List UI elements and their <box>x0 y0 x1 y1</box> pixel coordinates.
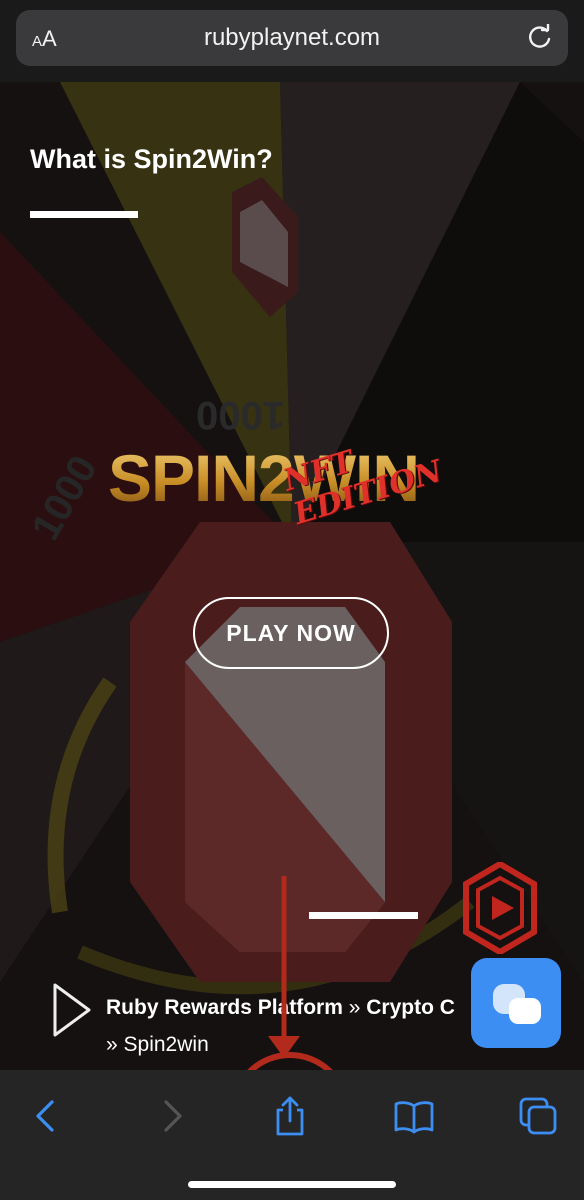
chat-button[interactable] <box>471 958 561 1048</box>
share-icon[interactable] <box>268 1094 312 1138</box>
hero-section: 1000 1000 What is Spin2Win? SPIN2WIN NFT… <box>0 82 584 1070</box>
breadcrumb-link-ruby-rewards[interactable]: Ruby Rewards Platform <box>106 996 343 1019</box>
tabs-icon[interactable] <box>516 1094 560 1138</box>
book-icon[interactable] <box>392 1094 436 1138</box>
play-triangle-icon <box>53 983 91 1037</box>
ruby-play-logo-icon[interactable] <box>462 862 538 954</box>
heading-underline <box>30 211 138 218</box>
breadcrumb-current: » Spin2win <box>106 1033 209 1056</box>
page-heading: What is Spin2Win? <box>30 144 273 174</box>
back-chevron-icon[interactable] <box>24 1094 68 1138</box>
address-bar: AA rubyplaynet.com <box>0 0 584 82</box>
wheel-label-a: 1000 <box>196 393 285 437</box>
url-text[interactable]: rubyplaynet.com <box>16 24 568 52</box>
breadcrumb: Ruby Rewards Platform » Crypto C <box>106 996 455 1019</box>
breadcrumb-link-crypto[interactable]: Crypto C <box>366 996 455 1019</box>
forward-chevron-icon[interactable] <box>150 1094 194 1138</box>
home-indicator <box>188 1181 396 1188</box>
slider-dash <box>309 912 418 919</box>
chat-bubbles-icon <box>493 984 541 1024</box>
url-field[interactable]: AA rubyplaynet.com <box>16 10 568 66</box>
play-now-button[interactable]: PLAY NOW <box>193 597 389 669</box>
reload-icon[interactable] <box>526 24 554 52</box>
spin2win-logo: SPIN2WIN NFT EDITION <box>108 441 447 532</box>
